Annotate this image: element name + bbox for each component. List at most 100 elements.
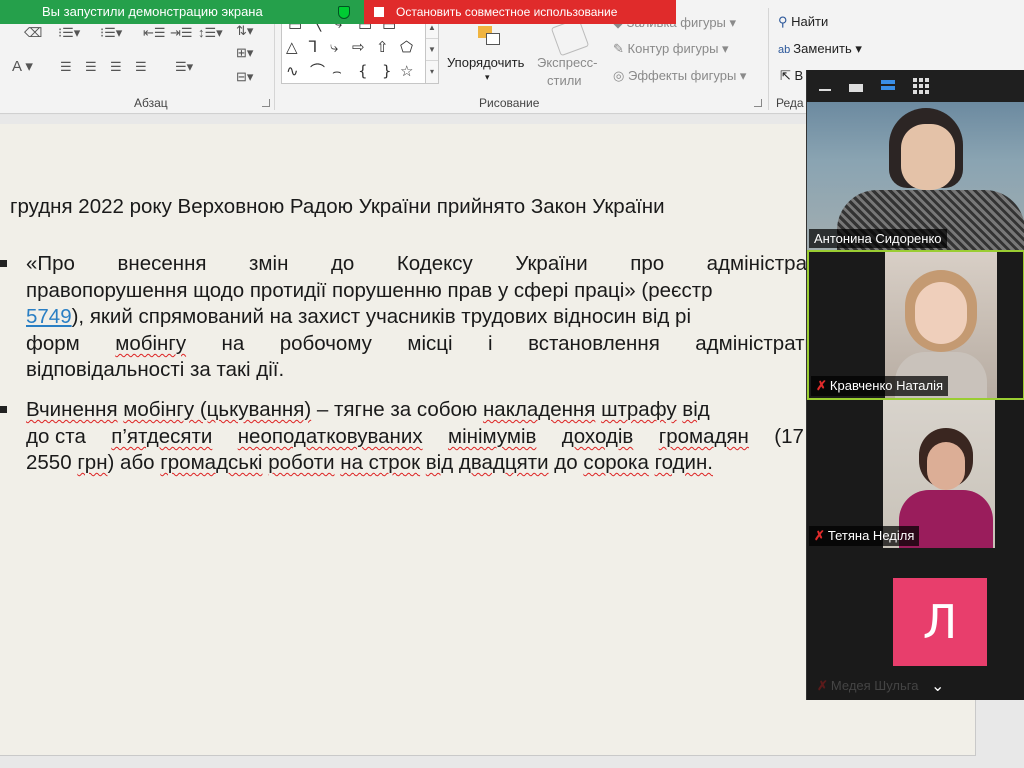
speaker-view-icon[interactable] (881, 80, 895, 94)
chevron-down-icon[interactable]: ⌄ (931, 676, 944, 695)
hide-video-icon[interactable] (849, 84, 863, 92)
word: на (221, 332, 245, 355)
word: п’ятдесяти (111, 425, 213, 448)
quick-styles-label-1[interactable]: Экспресс- (537, 55, 598, 70)
quick-styles-label-2[interactable]: стили (547, 73, 582, 88)
slide-text-line: 5749), який спрямований на захист учасни… (26, 304, 691, 330)
participant-name: ✗ Кравченко Наталія (811, 376, 949, 396)
smartart-icon[interactable]: ⊟▾ (236, 70, 253, 84)
triangle-shape-icon[interactable]: △ (286, 39, 298, 55)
justify-icon[interactable]: ☰ (135, 60, 147, 74)
paragraph-launcher-icon[interactable] (262, 99, 270, 107)
replace-label: Заменить (793, 41, 852, 56)
curve-shape-icon[interactable]: ⌢ (332, 63, 342, 79)
word: України (515, 252, 588, 275)
slide-text-line: Вчинення мобінгу (цькування) – тягне за … (26, 397, 710, 423)
word: встановлення (528, 332, 660, 355)
mic-muted-icon: ✗ (816, 378, 827, 393)
minimize-icon[interactable] (819, 89, 831, 91)
gallery-view-icon[interactable] (913, 78, 929, 94)
columns-icon[interactable]: ☰▾ (175, 60, 193, 74)
word: від (682, 398, 710, 421)
slide-text-line: правопорушення щодо протидії порушенню п… (26, 279, 713, 302)
pentagon-shape-icon[interactable]: ⬠ (400, 39, 413, 55)
search-icon: ⚲ (778, 14, 792, 29)
shield-icon (338, 6, 350, 19)
paragraph-group-label: Абзац (134, 96, 168, 110)
participant-tile[interactable]: Антонина Сидоренко (807, 102, 1024, 250)
word: (17 (774, 425, 804, 448)
word: місці (407, 332, 453, 355)
scroll-down-icon[interactable]: ▼ (426, 39, 438, 61)
gallery-scrollbar[interactable]: ▲ ▼ ▾ (425, 16, 439, 84)
mic-muted-icon: ✗ (814, 528, 825, 543)
align-text-icon[interactable]: ⊞▾ (236, 46, 253, 60)
shape-outline-button[interactable]: ✎ Контур фигуры ▾ (613, 41, 729, 57)
right-brace-shape-icon[interactable]: } (382, 63, 392, 79)
arrange-dropdown-icon[interactable]: ▾ (485, 72, 490, 83)
word: годин. (654, 451, 713, 474)
participant-tile[interactable]: ✗ Кравченко Наталія (807, 250, 1024, 400)
find-button[interactable]: ⚲ Найти (778, 14, 828, 30)
text-direction-icon[interactable]: ⇅▾ (236, 24, 253, 38)
align-left-icon[interactable]: ☰ (60, 60, 72, 74)
shape-effects-label: Эффекты фигуры (627, 68, 737, 83)
arc-shape-icon[interactable]: ⌒ (310, 63, 325, 79)
left-brace-shape-icon[interactable]: { (358, 63, 368, 79)
pen-icon: ✎ (613, 41, 628, 56)
word: до (330, 252, 355, 275)
slide-text-line: відповідальності за такі дії. (26, 358, 285, 381)
word: змін (249, 252, 289, 275)
screen-share-status-text: Вы запустили демонстрацию экрана (42, 4, 263, 19)
align-center-icon[interactable]: ☰ (85, 60, 97, 74)
bill-link[interactable]: 5749 (26, 305, 72, 328)
word: від (425, 451, 454, 474)
effects-icon: ◎ (613, 68, 628, 83)
line-spacing-icon[interactable]: ↕☰▾ (198, 26, 223, 40)
cursor-icon: ⇱ (780, 68, 795, 83)
replace-button[interactable]: ab Заменить ▾ (778, 41, 862, 57)
video-feed (807, 102, 1024, 250)
word: до (554, 451, 578, 474)
participant-name: Антонина Сидоренко (809, 229, 947, 248)
slide-text-line: грудня 2022 року Верховною Радою України… (10, 195, 665, 218)
numbering-icon[interactable]: ⁝☰▾ (100, 26, 122, 40)
video-panel[interactable]: Антонина Сидоренко ✗ Кравченко Наталія ✗ Т… (806, 70, 1024, 700)
participant-name: ✗ Медея Шульга (817, 678, 919, 693)
replace-icon: ab (778, 44, 794, 56)
arrange-icon[interactable] (478, 26, 502, 48)
arrange-button[interactable]: Упорядочить (447, 55, 524, 70)
elbow-arrow-icon[interactable]: ⤷ (330, 39, 338, 55)
word: мобінгу (цькування) (123, 398, 312, 421)
increase-indent-icon[interactable]: ⇥☰ (170, 26, 193, 40)
stop-share-button[interactable]: Остановить совместное использование (364, 0, 676, 24)
align-right-icon[interactable]: ☰ (110, 60, 122, 74)
shapes-gallery[interactable]: ▭ ╲ ⤷ ▭ ▭ △ ᒣ ⤷ ⇨ ⇧ ⬠ ∿ ⌒ ⌢ { } ☆ (281, 15, 426, 84)
shape-effects-button[interactable]: ◎ Эффекты фигуры ▾ (613, 68, 746, 84)
word: громадян (658, 425, 749, 448)
drawing-launcher-icon[interactable] (754, 99, 762, 107)
editing-group-label: Реда (776, 96, 804, 110)
word: штрафу (601, 398, 677, 421)
elbow-connector-icon[interactable]: ᒣ (308, 39, 317, 55)
slide-text-line: до ста п’ятдесяти неоподатковуваних міні… (26, 424, 804, 450)
decrease-indent-icon[interactable]: ⇤☰ (143, 26, 166, 40)
slide-text-line: «Про внесення змін до Кодексу України пр… (26, 251, 816, 277)
word: мобінгу (115, 332, 187, 355)
video-panel-toolbar (807, 70, 1024, 102)
star-shape-icon[interactable]: ☆ (400, 63, 413, 79)
gallery-more-icon[interactable]: ▾ (426, 61, 438, 83)
freeform-shape-icon[interactable]: ∿ (286, 63, 299, 79)
stop-icon (374, 7, 384, 17)
word: роботи (268, 451, 335, 474)
word: і (488, 332, 493, 355)
font-color-icon[interactable]: A ▾ (12, 59, 33, 74)
up-arrow-shape-icon[interactable]: ⇧ (376, 39, 389, 55)
right-arrow-shape-icon[interactable]: ⇨ (352, 39, 365, 55)
word: внесення (117, 252, 207, 275)
select-button[interactable]: ⇱ В (780, 68, 803, 84)
participant-tile[interactable]: ✗ Тетяна Неділя (807, 400, 1024, 548)
bullets-icon[interactable]: ⁝☰▾ (58, 26, 80, 40)
clear-format-icon[interactable]: ⌫ (24, 26, 42, 40)
word: мінімумів (447, 425, 537, 448)
